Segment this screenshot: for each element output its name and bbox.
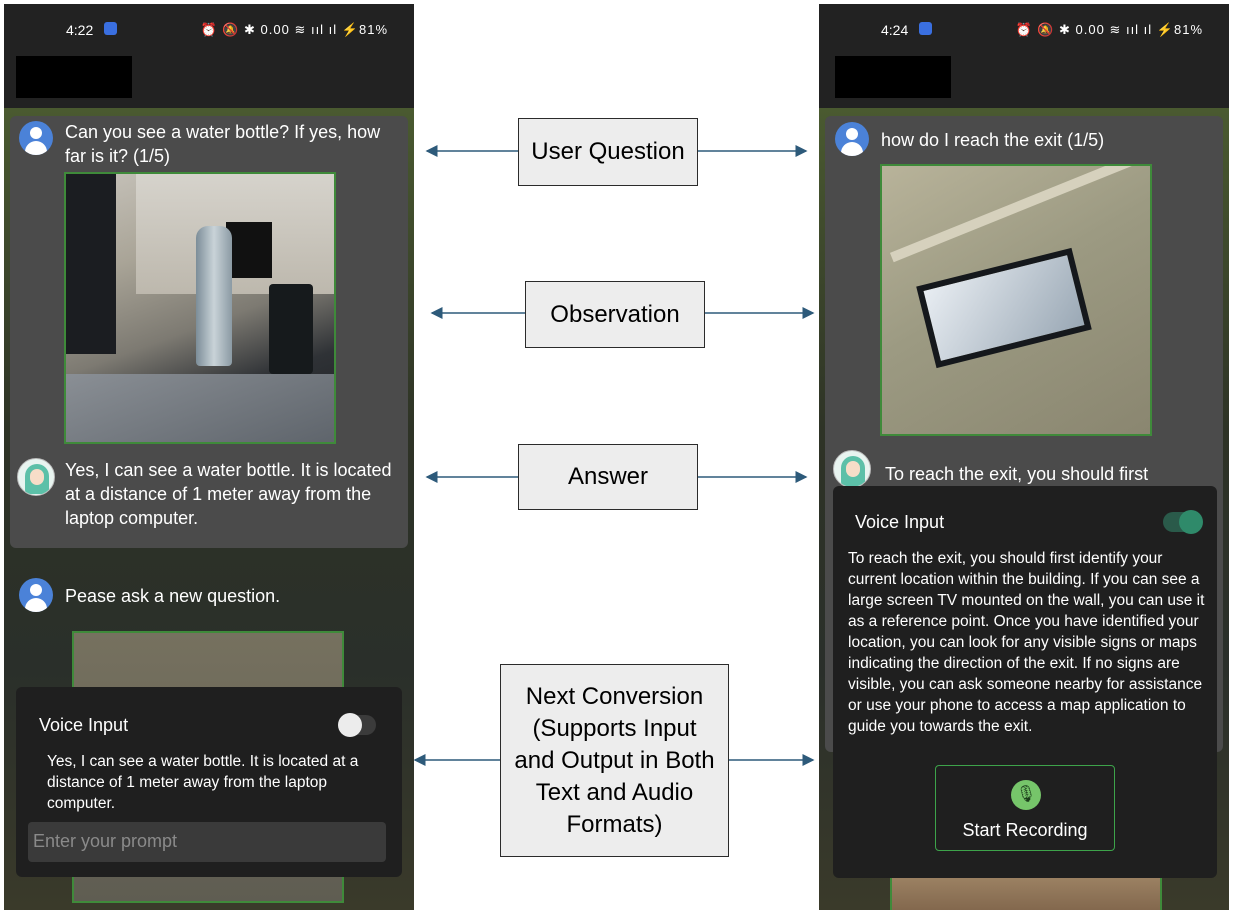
user-question-callout: User Question (518, 118, 698, 186)
next-conversion-callout: Next Conversion (Supports Input and Outp… (500, 664, 729, 857)
observation-callout: Observation (525, 281, 705, 348)
answer-callout: Answer (518, 444, 698, 510)
